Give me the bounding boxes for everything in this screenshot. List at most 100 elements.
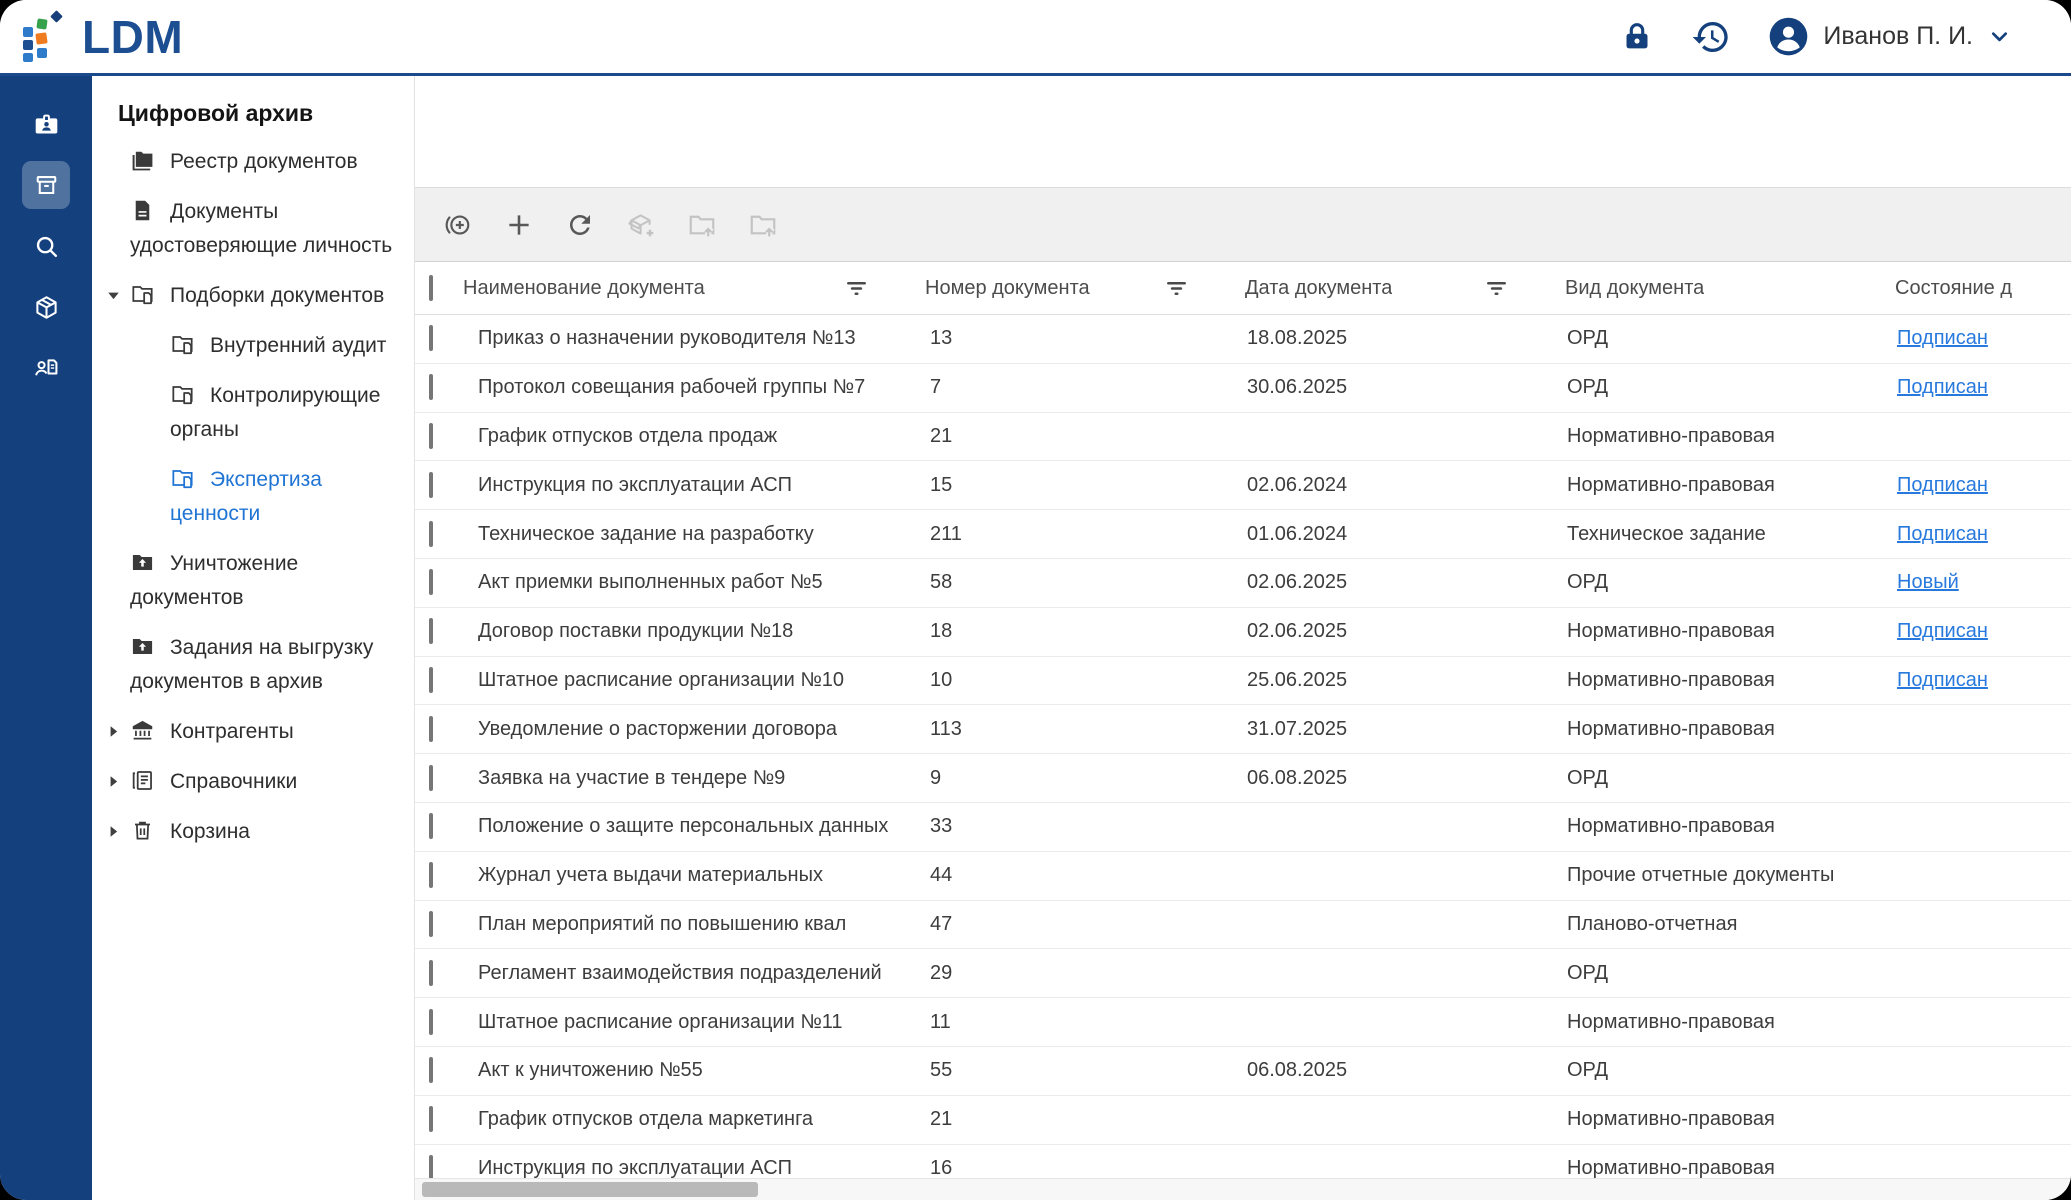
table-row[interactable]: Акт к уничтожению №555506.08.2025ОРД: [415, 1047, 2071, 1096]
row-checkbox[interactable]: [429, 765, 433, 791]
status-link[interactable]: Подписан: [1897, 474, 1988, 496]
cell-document-type: ОРД: [1565, 376, 1895, 399]
table-row[interactable]: Техническое задание на разработку21101.0…: [415, 510, 2071, 559]
column-header-2[interactable]: Номер документа: [925, 277, 1245, 300]
row-checkbox[interactable]: [429, 813, 433, 839]
nav-item-export-tasks[interactable]: Задания на выгрузку документов в архив: [92, 631, 414, 699]
table-row[interactable]: Штатное расписание организации №1111Норм…: [415, 998, 2071, 1047]
lock-icon[interactable]: [1619, 18, 1655, 56]
row-checkbox[interactable]: [429, 960, 433, 986]
row-checkbox[interactable]: [429, 325, 433, 351]
logo-text: LDM: [82, 10, 183, 64]
table-row[interactable]: Заявка на участие в тендере №9906.08.202…: [415, 754, 2071, 803]
table-row[interactable]: График отпусков отдела продаж21Нормативн…: [415, 413, 2071, 462]
add-button[interactable]: [502, 208, 536, 242]
table-row[interactable]: План мероприятий по повышению квал47План…: [415, 901, 2071, 950]
column-header-label: Номер документа: [925, 277, 1090, 300]
cell-document-type: Нормативно-правовая: [1565, 815, 1895, 838]
row-checkbox[interactable]: [429, 569, 433, 595]
table-row[interactable]: Инструкция по эксплуатации АСП1502.06.20…: [415, 461, 2071, 510]
select-all-checkbox[interactable]: [429, 275, 433, 301]
status-link[interactable]: Новый: [1897, 571, 1959, 593]
row-checkbox[interactable]: [429, 1057, 433, 1083]
table-row[interactable]: Акт приемки выполненных работ №55802.06.…: [415, 559, 2071, 608]
caret-right-icon[interactable]: [106, 824, 121, 839]
horizontal-scrollbar[interactable]: [415, 1178, 2071, 1200]
rail-item-documents-badge[interactable]: [22, 100, 70, 148]
nav-item-regulators[interactable]: Контролирующие органы: [92, 379, 414, 447]
row-checkbox[interactable]: [429, 667, 433, 693]
archive-icon: [33, 172, 60, 199]
row-checkbox[interactable]: [429, 862, 433, 888]
nav-item-trash[interactable]: Корзина: [92, 815, 414, 849]
status-link[interactable]: Подписан: [1897, 327, 1988, 349]
nav-item-registry[interactable]: Реестр документов: [92, 145, 414, 179]
caret-down-icon[interactable]: [106, 288, 121, 303]
column-header-1[interactable]: Наименование документа: [463, 277, 925, 300]
refresh-icon: [565, 210, 595, 240]
nav-item-identity-docs[interactable]: Документы удостоверяющие личность: [92, 195, 414, 263]
filter-icon[interactable]: [846, 280, 867, 297]
nav-item-directories[interactable]: Справочники: [92, 765, 414, 799]
caret-right-icon[interactable]: [106, 724, 121, 739]
history-icon[interactable]: [1691, 17, 1731, 57]
column-header-5[interactable]: Состояние документа: [1895, 277, 2071, 300]
cell-document-name: Договор поставки продукции №18: [463, 620, 925, 643]
filter-icon[interactable]: [1166, 280, 1187, 297]
toolbar: [415, 187, 2071, 262]
row-checkbox[interactable]: [429, 1009, 433, 1035]
row-checkbox[interactable]: [429, 521, 433, 547]
cell-document-number: 58: [925, 571, 1245, 594]
collection-icon: [170, 332, 195, 357]
assignments-icon: [33, 355, 60, 382]
row-checkbox[interactable]: [429, 374, 433, 400]
column-header-3[interactable]: Дата документа: [1245, 277, 1565, 300]
cell-document-type: Нормативно-правовая: [1565, 474, 1895, 497]
status-link[interactable]: Подписан: [1897, 376, 1988, 398]
table-row[interactable]: Уведомление о расторжении договора11331.…: [415, 705, 2071, 754]
table-row[interactable]: Приказ о назначении руководителя №131318…: [415, 315, 2071, 364]
cell-document-name: Журнал учета выдачи материальных: [463, 864, 925, 887]
rail-item-assignments[interactable]: [22, 344, 70, 392]
rail-item-packages[interactable]: [22, 283, 70, 331]
nav-item-collections[interactable]: Подборки документов: [92, 279, 414, 313]
cell-document-number: 47: [925, 913, 1245, 936]
filter-icon[interactable]: [1486, 280, 1507, 297]
table-row[interactable]: Штатное расписание организации №101025.0…: [415, 657, 2071, 706]
status-link[interactable]: Подписан: [1897, 523, 1988, 545]
add-to-collection-button[interactable]: [441, 208, 475, 242]
row-checkbox[interactable]: [429, 716, 433, 742]
caret-right-icon[interactable]: [106, 774, 121, 789]
cell-document-type: Нормативно-правовая: [1565, 1108, 1895, 1131]
nav-item-internal-audit[interactable]: Внутренний аудит: [92, 329, 414, 363]
cell-document-name: Заявка на участие в тендере №9: [463, 767, 925, 790]
nav-item-value-expertise[interactable]: Экспертиза ценности: [92, 463, 414, 531]
table-row[interactable]: Журнал учета выдачи материальных44Прочие…: [415, 852, 2071, 901]
table-row[interactable]: Договор поставки продукции №181802.06.20…: [415, 608, 2071, 657]
row-checkbox[interactable]: [429, 911, 433, 937]
row-checkbox[interactable]: [429, 618, 433, 644]
row-checkbox[interactable]: [429, 1106, 433, 1132]
row-checkbox[interactable]: [429, 472, 433, 498]
nav-item-destruction[interactable]: Уничтожение документов: [92, 547, 414, 615]
avatar: [1767, 15, 1810, 58]
status-link[interactable]: Подписан: [1897, 620, 1988, 642]
horizontal-scrollbar-thumb[interactable]: [422, 1182, 758, 1197]
refresh-button[interactable]: [563, 208, 597, 242]
status-link[interactable]: Подписан: [1897, 669, 1988, 691]
row-checkbox[interactable]: [429, 423, 433, 449]
table-row[interactable]: Регламент взаимодействия подразделений29…: [415, 949, 2071, 998]
rail-item-digital-archive[interactable]: [22, 161, 70, 209]
nav-item-counterparties[interactable]: Контрагенты: [92, 715, 414, 749]
rail-item-search[interactable]: [22, 222, 70, 270]
cell-document-type: Техническое задание: [1565, 523, 1895, 546]
column-header-4[interactable]: Вид документа: [1565, 277, 1895, 300]
search-icon: [33, 233, 60, 260]
table-row[interactable]: Протокол совещания рабочей группы №7730.…: [415, 364, 2071, 413]
export-folder-button: [685, 208, 719, 242]
table-row[interactable]: График отпусков отдела маркетинга21Норма…: [415, 1096, 2071, 1145]
table-row[interactable]: Положение о защите персональных данных33…: [415, 803, 2071, 852]
package-icon: [33, 294, 60, 321]
table-header: Наименование документаНомер документа Дат…: [415, 262, 2071, 315]
user-menu[interactable]: Иванов П. И.: [1767, 15, 2013, 58]
